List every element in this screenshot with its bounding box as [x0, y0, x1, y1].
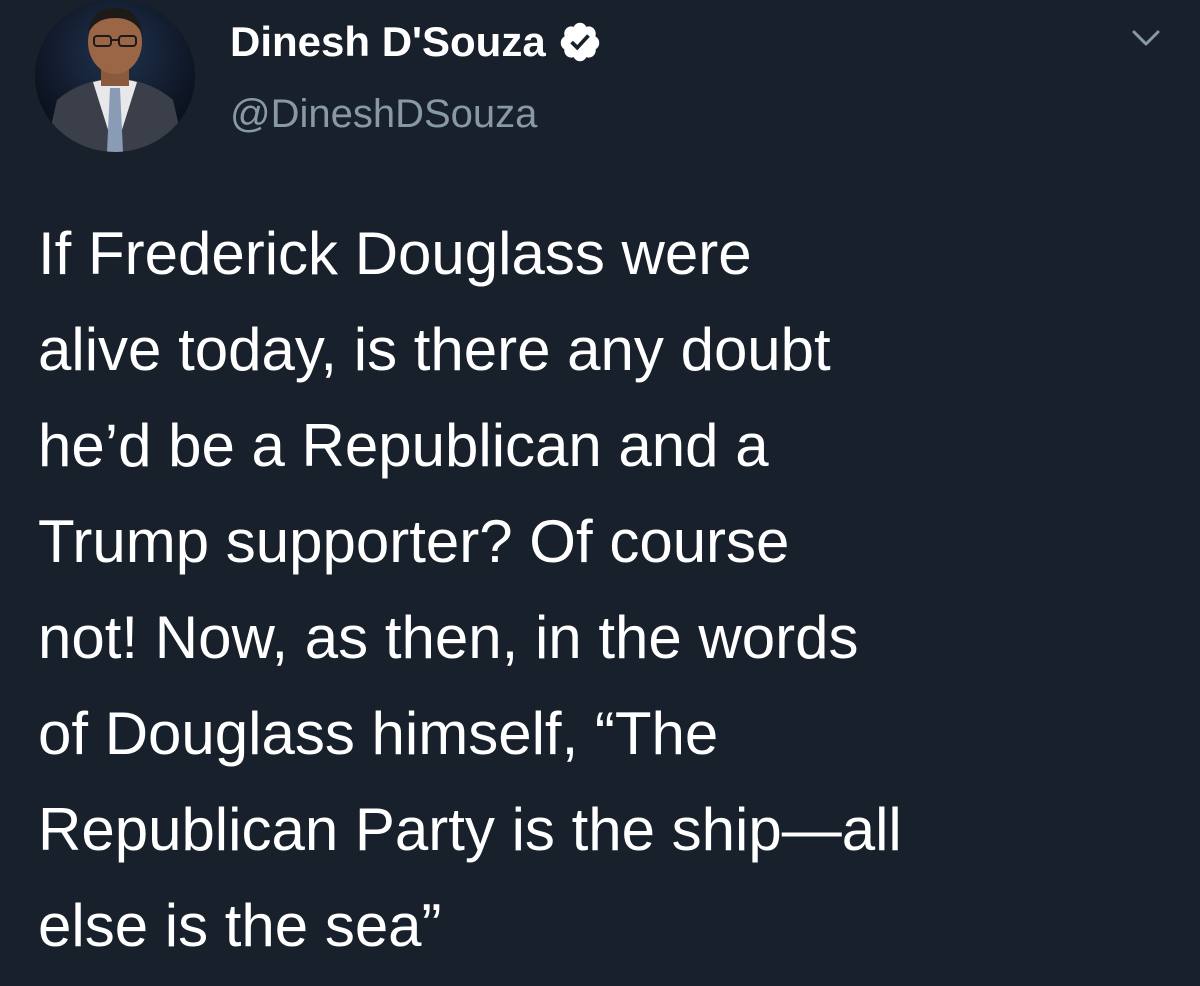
verified-badge-icon [558, 20, 602, 64]
author-name-row: Dinesh D'Souza [230, 14, 602, 70]
avatar[interactable] [35, 0, 195, 152]
tweet-text-line: not! Now, as then, in the words [38, 604, 859, 671]
tweet-text-line: else is the sea” [38, 892, 442, 959]
tweet-text-line: Republican Party is the ship—all [38, 796, 902, 863]
author-display-name[interactable]: Dinesh D'Souza [230, 18, 546, 66]
tweet-card: Dinesh D'Souza @DineshDSouza If Frederic… [0, 0, 1200, 986]
tweet-text: If Frederick Douglass were alive today, … [38, 206, 1168, 974]
tweet-text-line: If Frederick Douglass were [38, 220, 752, 287]
tweet-text-line: he’d be a Republican and a [38, 412, 769, 479]
tweet-text-line: Trump supporter? Of course [38, 508, 790, 575]
chevron-down-icon[interactable] [1126, 24, 1166, 54]
tweet-text-line: of Douglass himself, “The [38, 700, 719, 767]
profile-photo-icon [35, 0, 195, 152]
tweet-text-line: alive today, is there any doubt [38, 316, 831, 383]
author-handle[interactable]: @DineshDSouza [230, 92, 537, 137]
